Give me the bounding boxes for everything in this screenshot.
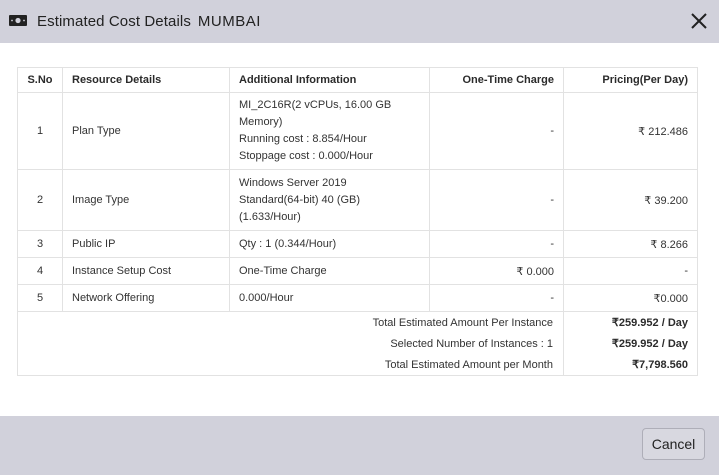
cancel-button[interactable]: Cancel: [642, 428, 705, 460]
table-row: 2 Image Type Windows Server 2019 Standar…: [17, 169, 698, 231]
row-one-time-charge: -: [429, 284, 564, 312]
info-line: Standard(64-bit) 40 (GB): [239, 193, 361, 206]
summary-value: ₹7,798.560: [563, 354, 698, 376]
row-resource: Network Offering: [62, 284, 230, 312]
table-row: 5 Network Offering 0.000/Hour - ₹0.000: [17, 284, 698, 312]
table-row: 1 Plan Type MI_2C16R(2 vCPUs, 16.00 GB M…: [17, 92, 698, 170]
row-info: Windows Server 2019 Standard(64-bit) 40 …: [229, 169, 430, 231]
info-line: Memory): [239, 116, 283, 128]
summary-label: Total Estimated Amount per Month: [17, 354, 564, 376]
row-pricing: -: [563, 257, 698, 285]
info-line: Windows Server 2019: [239, 176, 347, 189]
summary-row: Total Estimated Amount per Month ₹7,798.…: [17, 354, 698, 376]
row-one-time-charge: -: [429, 230, 564, 258]
row-sno: 3: [17, 230, 63, 258]
row-pricing: ₹ 212.486: [563, 92, 698, 170]
dialog-location: MUMBAI: [197, 13, 261, 30]
dialog-footer: [0, 416, 719, 475]
row-sno: 4: [17, 257, 63, 285]
info-line: MI_2C16R(2 vCPUs, 16.00 GB: [239, 99, 392, 111]
header-additional-information: Additional Information: [229, 67, 430, 93]
row-sno: 1: [17, 92, 63, 170]
row-one-time-charge: -: [429, 92, 564, 170]
info-line: Running cost : 8.854/Hour: [239, 133, 367, 145]
row-info: Qty : 1 (0.344/Hour): [229, 230, 430, 258]
row-pricing: ₹ 39.200: [563, 169, 698, 231]
header-sno: S.No: [17, 67, 63, 93]
info-line: 0.000/Hour: [239, 291, 294, 304]
dialog-header: Estimated Cost Details MUMBAI: [0, 0, 719, 43]
summary-label: Total Estimated Amount Per Instance: [17, 311, 564, 333]
summary-value: ₹259.952 / Day: [563, 333, 698, 354]
row-pricing: ₹ 8.266: [563, 230, 698, 258]
row-resource: Image Type: [62, 169, 230, 231]
row-sno: 2: [17, 169, 63, 231]
info-line: Stoppage cost : 0.000/Hour: [239, 150, 373, 162]
row-info: One-Time Charge: [229, 257, 430, 285]
row-info: 0.000/Hour: [229, 284, 430, 312]
summary-label: Selected Number of Instances : 1: [17, 333, 564, 354]
row-info: MI_2C16R(2 vCPUs, 16.00 GB Memory) Runni…: [229, 92, 430, 170]
info-line: One-Time Charge: [239, 264, 327, 277]
row-one-time-charge: ₹ 0.000: [429, 257, 564, 285]
info-line: Qty : 1 (0.344/Hour): [239, 237, 337, 250]
row-resource: Instance Setup Cost: [62, 257, 230, 285]
summary-row: Selected Number of Instances : 1 ₹259.95…: [17, 333, 698, 354]
header-pricing: Pricing(Per Day): [563, 67, 698, 93]
header-resource-details: Resource Details: [62, 67, 230, 93]
row-resource: Plan Type: [62, 92, 230, 170]
dialog-title: Estimated Cost Details MUMBAI: [37, 13, 261, 30]
dialog-title-text: Estimated Cost Details: [37, 13, 191, 30]
header-one-time-charge: One-Time Charge: [429, 67, 564, 93]
table-header-row: S.No Resource Details Additional Informa…: [17, 67, 698, 93]
summary-row: Total Estimated Amount Per Instance ₹259…: [17, 311, 698, 333]
row-sno: 5: [17, 284, 63, 312]
cost-table: S.No Resource Details Additional Informa…: [17, 67, 698, 376]
table-row: 4 Instance Setup Cost One-Time Charge ₹ …: [17, 257, 698, 285]
info-line: (1.633/Hour): [239, 210, 301, 223]
money-icon: [9, 15, 27, 26]
summary-value: ₹259.952 / Day: [563, 311, 698, 333]
row-pricing: ₹0.000: [563, 284, 698, 312]
row-one-time-charge: -: [429, 169, 564, 231]
table-row: 3 Public IP Qty : 1 (0.344/Hour) - ₹ 8.2…: [17, 230, 698, 258]
row-resource: Public IP: [62, 230, 230, 258]
close-icon[interactable]: [688, 10, 710, 32]
